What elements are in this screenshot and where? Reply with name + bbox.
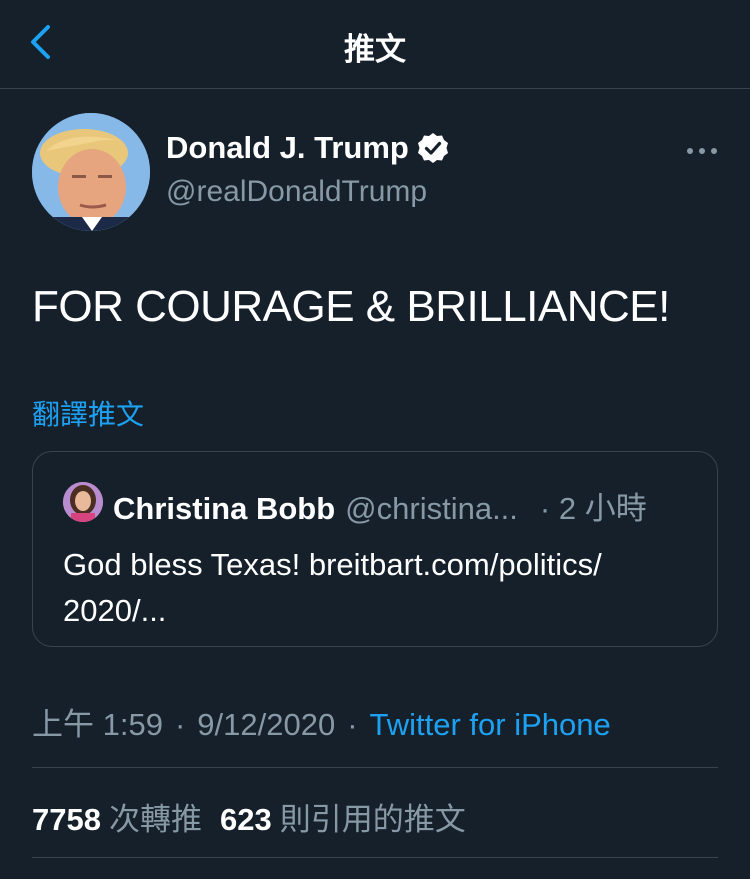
more-horizontal-icon	[686, 142, 718, 160]
divider	[32, 857, 718, 858]
meta-separator: ·	[347, 707, 358, 742]
retweets-stat[interactable]: 7758 次轉推	[32, 794, 202, 839]
tweet-stats: 7758 次轉推 623 則引用的推文	[32, 794, 466, 839]
quoted-tweet-header: Christina Bobb @christina... · 2 小時	[113, 483, 647, 528]
tweet-time: 上午 1:59	[32, 707, 163, 742]
retweets-count: 7758	[32, 802, 101, 837]
meta-separator: ·	[174, 707, 186, 742]
tweet-detail-screen: 推文 Donald J. Trump @realDonaldTrump FOR …	[0, 0, 750, 879]
tweet-meta: 上午 1:59 · 9/12/2020 · Twitter for iPhone	[32, 699, 611, 744]
quoted-author-name: Christina Bobb	[113, 491, 336, 526]
tweet-text: FOR COURAGE & BRILLIANCE!	[32, 282, 670, 331]
tweet-source-link[interactable]: Twitter for iPhone	[370, 707, 611, 743]
quoted-author-avatar	[63, 482, 103, 522]
tweet-date: 9/12/2020	[197, 707, 336, 742]
retweets-label: 次轉推	[108, 802, 202, 837]
translate-tweet-link[interactable]: 翻譯推文	[32, 393, 144, 433]
author-handle[interactable]: @realDonaldTrump	[166, 175, 427, 209]
quote-tweets-count: 623	[219, 802, 272, 837]
quoted-tweet-card[interactable]: Christina Bobb @christina... · 2 小時 God …	[32, 451, 718, 647]
quote-tweets-stat[interactable]: 623 則引用的推文	[220, 794, 466, 839]
author-avatar[interactable]	[32, 113, 150, 231]
verified-badge-icon	[417, 132, 449, 164]
top-bar: 推文	[0, 0, 750, 89]
author-name-text: Donald J. Trump	[166, 130, 409, 165]
more-options-button[interactable]	[682, 136, 722, 166]
quote-tweets-label: 則引用的推文	[279, 802, 466, 837]
author-name[interactable]: Donald J. Trump	[166, 130, 449, 166]
quoted-tweet-time: · 2 小時	[539, 491, 647, 526]
quoted-author-handle: @christina...	[345, 491, 518, 526]
quoted-tweet-text: God bless Texas! breitbart.com/politics/…	[63, 547, 602, 628]
divider	[32, 767, 718, 768]
page-title: 推文	[344, 32, 406, 67]
